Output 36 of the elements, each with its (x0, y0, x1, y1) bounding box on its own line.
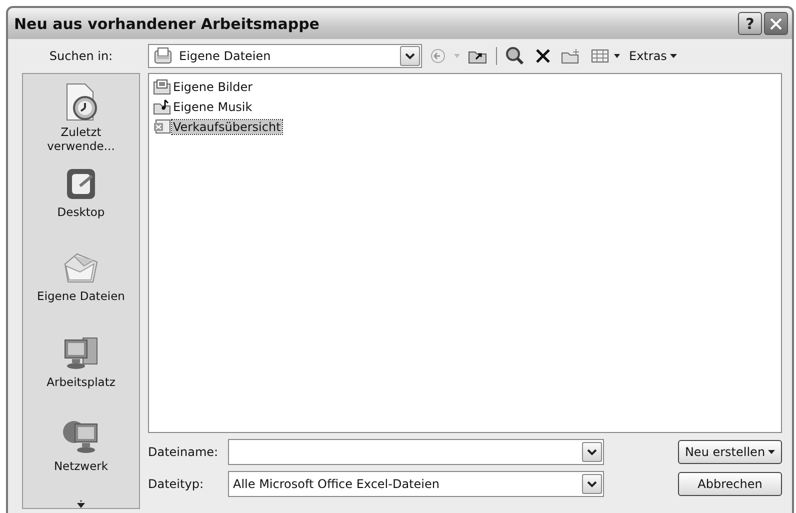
filetype-label: Dateityp: (148, 477, 204, 491)
view-button[interactable] (589, 49, 623, 63)
dropdown-button[interactable] (400, 46, 420, 66)
file-item[interactable]: Eigene Musik (172, 100, 254, 114)
place-item[interactable]: Netzwerk (27, 416, 135, 500)
filename-label: Dateiname: (148, 445, 220, 459)
chevron-down-icon (405, 52, 415, 60)
look-in-label: Suchen in: (49, 49, 113, 63)
scroll-down-icon (77, 500, 85, 508)
file-item[interactable]: Eigene Bilder (172, 80, 254, 94)
place-item[interactable]: Desktop (27, 164, 135, 248)
dropdown-button[interactable] (582, 442, 602, 462)
extras-menu[interactable]: Extras (629, 49, 677, 63)
desktop-icon (64, 166, 98, 202)
chevron-down-icon (587, 448, 597, 456)
dropdown-button[interactable] (582, 474, 602, 494)
place-item[interactable]: Arbeitsplatz (27, 332, 135, 416)
place-item[interactable]: Zuletzt verwende... (27, 80, 135, 164)
filename-field[interactable] (228, 439, 604, 465)
location-combo[interactable]: Eigene Dateien (148, 44, 422, 68)
place-item[interactable]: Eigene Dateien (27, 248, 135, 332)
location-text: Eigene Dateien (179, 49, 271, 63)
file-item[interactable]: Verkaufsübersicht (172, 120, 282, 134)
caret-icon (670, 54, 677, 58)
window-title: Neu aus vorhandener Arbeitsmappe (14, 14, 320, 32)
close-icon (769, 16, 783, 30)
cancel-button[interactable]: Abbrechen (678, 472, 782, 496)
chevron-down-icon (587, 480, 597, 488)
close-button[interactable] (764, 12, 788, 35)
create-button[interactable]: Neu erstellen (678, 440, 782, 464)
filetype-field[interactable]: Alle Microsoft Office Excel-Dateien (228, 471, 604, 497)
delete-button[interactable] (533, 48, 553, 64)
spreadsheet-icon (153, 119, 171, 135)
help-button[interactable]: ? (738, 12, 762, 35)
caret-icon (768, 450, 776, 454)
caret-icon (454, 54, 460, 58)
